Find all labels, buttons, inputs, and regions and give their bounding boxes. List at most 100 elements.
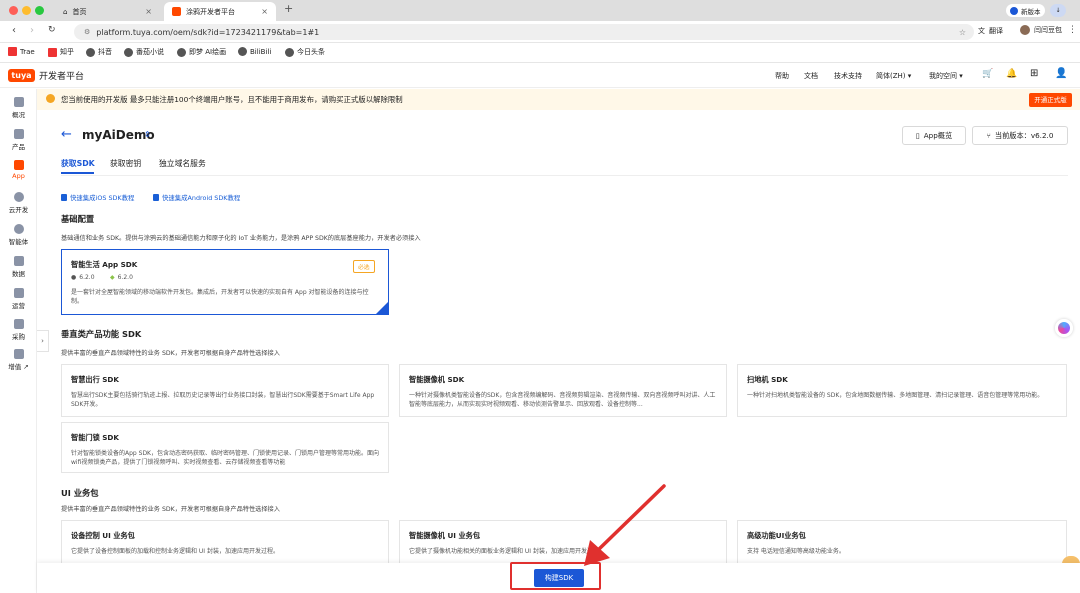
- zhihu-icon: [48, 47, 57, 57]
- app-title: 开发者平台: [39, 72, 85, 82]
- current-version-button[interactable]: ⑂ 当前版本：v6.2.0: [972, 126, 1068, 145]
- trae-icon: [8, 47, 17, 56]
- sidebar-item-label: 产品: [12, 143, 25, 151]
- ui-card-title: 设备控制 UI 业务包: [71, 531, 135, 540]
- sidebar-item-app[interactable]: App: [0, 160, 37, 180]
- warning-icon: [46, 94, 55, 103]
- bookmark-jimeng[interactable]: 即梦 AI绘画: [177, 47, 226, 57]
- bookmark-label: 番茄小说: [136, 48, 164, 56]
- ui-card-device-control[interactable]: 设备控制 UI 业务包 它提供了设备控制面板的加载和控制业务逻辑和 UI 封装，…: [61, 520, 389, 565]
- address-bar[interactable]: ⚙ platform.tuya.com/oem/sdk?id=172342117…: [74, 24, 974, 40]
- section-desc-basic: 基础通信和业务 SDK。提供与涂鸦云的基础通信能力和原子化的 IoT 业务能力，…: [61, 235, 421, 242]
- sidebar-item-product[interactable]: 产品: [0, 129, 37, 151]
- nav-docs[interactable]: 文档: [804, 71, 818, 81]
- user-icon[interactable]: 👤: [1055, 68, 1067, 79]
- bookmark-label: 即梦 AI绘画: [189, 48, 227, 56]
- bookmark-zhihu[interactable]: 知乎: [48, 47, 74, 57]
- android-tutorial-link[interactable]: 快速集成Android SDK教程: [153, 193, 240, 202]
- back-arrow-icon[interactable]: ←: [61, 127, 72, 142]
- sidebar-expand-button[interactable]: ›: [37, 330, 49, 352]
- ui-card-title: 高级功能UI业务包: [747, 531, 806, 540]
- browser-tab-tuya[interactable]: 涂鸦开发者平台 ×: [164, 2, 276, 21]
- doc-icon: [153, 194, 159, 201]
- sdk-card-lock[interactable]: 智能门锁 SDK 针对智能锁类设备的App SDK，包含动态密码获取、临时密码管…: [61, 422, 389, 473]
- sidebar-item-operation[interactable]: 运营: [0, 288, 37, 310]
- ai-assistant-icon[interactable]: [1055, 319, 1073, 337]
- globe-icon: [238, 47, 247, 56]
- close-tab-icon[interactable]: ×: [145, 7, 152, 16]
- site-info-icon[interactable]: ⚙: [84, 28, 90, 36]
- tab-label: 涂鸦开发者平台: [186, 7, 235, 16]
- nav-help[interactable]: 帮助: [775, 71, 789, 81]
- tab-get-sdk[interactable]: 获取SDK: [61, 158, 95, 169]
- close-window-button[interactable]: [9, 6, 18, 15]
- download-icon[interactable]: ↓: [1050, 4, 1066, 17]
- translate-icon: 文: [978, 27, 985, 35]
- bookmark-fanqie[interactable]: 番茄小说: [124, 47, 164, 57]
- nav-support[interactable]: 技术支持: [834, 71, 862, 81]
- sdk-card-desc: 智慧出行SDK主要包括骑行轨迹上报、拉取历史记录等出行业务接口封装，智慧出行SD…: [71, 392, 375, 408]
- sdk-card-desc: 一种针对扫地机类智能设备的 SDK，包含地图数据传输、多地图管理、清扫记录管理、…: [747, 392, 1044, 399]
- cart-icon[interactable]: 🛒: [982, 69, 993, 79]
- ui-card-advanced[interactable]: 高级功能UI业务包 支持 电话短信通知等高级功能业务。: [737, 520, 1067, 565]
- app-switch-icon[interactable]: ⇕: [144, 130, 151, 139]
- home-icon: ⌂: [63, 7, 68, 16]
- close-tab-icon[interactable]: ×: [261, 7, 268, 16]
- upgrade-button[interactable]: 开通正式版: [1029, 93, 1072, 107]
- nav-language[interactable]: 简体(ZH) ▾: [876, 71, 911, 81]
- sdk-card-title: 扫地机 SDK: [747, 375, 788, 384]
- sdk-card-title: 智能生活 App SDK: [71, 260, 138, 269]
- app-header: tuya 开发者平台 帮助 文档 技术支持 简体(ZH) ▾ 我的空间 ▾ 🛒 …: [0, 63, 1080, 88]
- sidebar: 概况 产品 App 云开发 智能体 数据 运营 采购 增值 ↗: [0, 89, 37, 593]
- maximize-window-button[interactable]: [35, 6, 44, 15]
- home-icon: [13, 97, 24, 107]
- bookmark-star-icon[interactable]: ☆: [959, 28, 966, 37]
- app-overview-button[interactable]: ▯ App概览: [902, 126, 966, 145]
- bookmark-douyin[interactable]: 抖音: [86, 47, 112, 57]
- sdk-card-sweeper[interactable]: 扫地机 SDK 一种针对扫地机类智能设备的 SDK，包含地图数据传输、多地图管理…: [737, 364, 1067, 417]
- sidebar-item-data[interactable]: 数据: [0, 256, 37, 278]
- profile-button[interactable]: 闫闫豆包: [1020, 25, 1062, 35]
- browser-tab-home[interactable]: ⌂ 首页 ×: [55, 2, 160, 21]
- bookmark-trae[interactable]: Trae: [8, 47, 35, 56]
- current-version-label: 当前版本：v6.2.0: [994, 130, 1054, 140]
- new-version-button[interactable]: 新版本: [1006, 4, 1045, 17]
- browser-toolbar: ‹ › ↻ ⚙ platform.tuya.com/oem/sdk?id=172…: [0, 21, 1080, 43]
- app-icon: [13, 160, 24, 170]
- new-tab-button[interactable]: +: [284, 2, 293, 15]
- sdk-card-camera[interactable]: 智能摄像机 SDK 一种针对摄像机类智能设备的SDK，包含音视频编解码、音视频剪…: [399, 364, 727, 417]
- bookmark-label: BiliBili: [250, 47, 272, 56]
- nav-my-space[interactable]: 我的空间 ▾: [929, 71, 963, 81]
- bookmark-bilibili[interactable]: BiliBili: [238, 47, 271, 56]
- sidebar-item-purchase[interactable]: 采购: [0, 319, 37, 341]
- ios-version-text: 6.2.0: [79, 274, 95, 281]
- ios-tutorial-link[interactable]: 快速集成iOS SDK教程: [61, 193, 134, 202]
- sdk-card-travel[interactable]: 智慧出行 SDK 智慧出行SDK主要包括骑行轨迹上报、拉取历史记录等出行业务接口…: [61, 364, 389, 417]
- reload-icon[interactable]: ↻: [48, 25, 56, 35]
- tab-domain-service[interactable]: 独立域名服务: [159, 158, 206, 169]
- tab-get-key[interactable]: 获取密钥: [110, 158, 141, 169]
- android-version: ◆ 6.2.0: [110, 274, 133, 281]
- new-version-label: 新版本: [1021, 7, 1041, 16]
- tuya-logo[interactable]: tuya: [8, 69, 35, 82]
- section-desc-vertical: 提供丰富的垂直产品领域特性的业务 SDK，开发者可根据自身产品特性选择接入: [61, 350, 280, 357]
- bell-icon[interactable]: 🔔: [1006, 69, 1017, 79]
- ui-card-camera[interactable]: 智能摄像机 UI 业务包 它提供了摄像机功能相关的面板业务逻辑和 UI 封装，加…: [399, 520, 727, 565]
- sdk-card-title: 智能门锁 SDK: [71, 433, 119, 442]
- globe-icon: [124, 47, 133, 57]
- sdk-card-smart-life[interactable]: 智能生活 App SDK 必选 ● 6.2.0 ◆ 6.2.0 是一套针对全屋智能领…: [61, 249, 389, 315]
- translate-button[interactable]: 文 翻译: [978, 26, 1003, 36]
- forward-icon[interactable]: ›: [30, 25, 34, 36]
- minimize-window-button[interactable]: [22, 6, 31, 15]
- sidebar-item-value-added[interactable]: 增值 ↗: [0, 349, 37, 371]
- sidebar-item-overview[interactable]: 概况: [0, 97, 37, 119]
- sidebar-item-cloud[interactable]: 云开发: [0, 192, 37, 214]
- sidebar-item-agent[interactable]: 智能体: [0, 224, 37, 246]
- sidebar-item-label: 智能体: [8, 238, 29, 246]
- back-icon[interactable]: ‹: [12, 25, 16, 36]
- menu-icon[interactable]: ⋮: [1068, 25, 1077, 35]
- sidebar-item-label: 数据: [12, 270, 25, 278]
- dev-version-notice: 您当前使用的开发版 最多只能注册100个终端用户账号，且不能用于商用发布，请购买…: [37, 89, 1080, 110]
- bookmark-toutiao[interactable]: 今日头条: [285, 47, 325, 57]
- apps-grid-icon[interactable]: ⊞: [1030, 68, 1038, 79]
